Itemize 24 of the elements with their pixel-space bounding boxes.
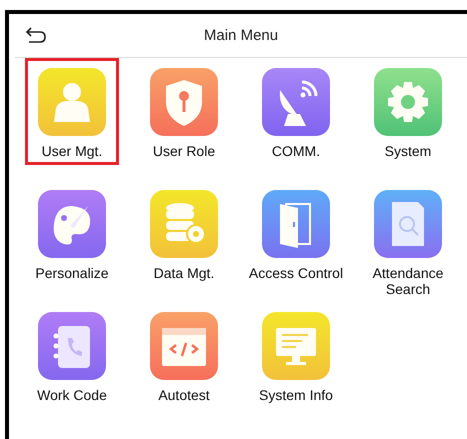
door-icon [262, 190, 330, 258]
phone-book-icon [38, 312, 106, 380]
database-gear-icon [150, 190, 218, 258]
menu-item[interactable]: Personalize [25, 180, 119, 287]
window-title: Main Menu [204, 27, 278, 44]
monitor-icon [262, 312, 330, 380]
menu-item[interactable]: User Role [137, 58, 231, 165]
code-window-icon [150, 312, 218, 380]
gear-icon [374, 68, 442, 136]
menu-item[interactable]: User Mgt. [25, 58, 119, 165]
shield-key-icon [150, 68, 218, 136]
menu-item[interactable]: System [361, 58, 455, 165]
satellite-dish-icon [262, 68, 330, 136]
menu-item[interactable]: Work Code [25, 302, 119, 409]
menu-item[interactable]: COMM. [249, 58, 343, 165]
menu-item[interactable]: Autotest [137, 302, 231, 409]
menu-item[interactable]: Access Control [246, 180, 346, 287]
back-icon[interactable] [25, 27, 47, 44]
menu-item[interactable]: Data Mgt. [137, 180, 231, 287]
menu-item[interactable]: Attendance Search [361, 180, 455, 300]
menu-item[interactable]: System Info [249, 302, 343, 409]
document-search-icon [374, 190, 442, 258]
palette-icon [38, 190, 106, 258]
person-icon [38, 68, 106, 136]
